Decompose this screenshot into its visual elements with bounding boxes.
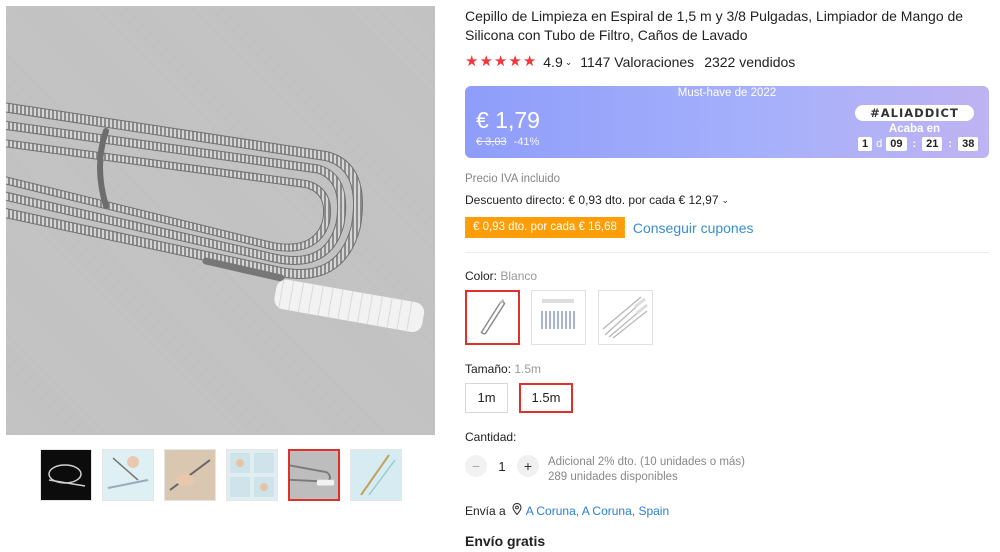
original-price-row: € 3,03 -41% [476, 136, 539, 148]
star-icon: ★ [508, 53, 522, 70]
direct-discount-text: Descuento directo: € 0,93 dto. por cada … [465, 193, 719, 207]
discount-percent: -41% [513, 136, 540, 148]
color-label-text: Color: [465, 269, 498, 283]
star-rating: ★ ★ ★ ★ ★ [465, 54, 536, 70]
countdown-days-unit: d [876, 138, 883, 150]
color-selected-value: Blanco [500, 269, 538, 283]
location-pin-icon [512, 502, 522, 518]
product-title: Cepillo de Limpieza en Espiral de 1,5 m … [465, 8, 964, 43]
countdown-seconds: 38 [958, 137, 979, 151]
thumbnail-1[interactable] [40, 449, 92, 501]
aliaddict-tag: #ALIADDICT [855, 105, 974, 121]
stock-available: 289 unidades disponibles [548, 471, 678, 483]
countdown-hours: 09 [886, 137, 907, 151]
color-swatch-1[interactable] [465, 290, 520, 345]
coupon-row: € 0,93 dto. por cada € 16,68 Conseguir c… [463, 217, 754, 238]
countdown-timer: 1 d 09 : 21 : 38 [858, 137, 979, 151]
direct-discount[interactable]: Descuento directo: € 0,93 dto. por cada … [465, 193, 737, 207]
color-swatch-3[interactable] [598, 290, 653, 345]
chevron-down-icon[interactable]: ⌄ [565, 57, 573, 68]
quantity-stepper: − 1 + [465, 455, 539, 477]
vat-note: Precio IVA incluido [465, 173, 561, 185]
coupon-badge: € 0,93 dto. por cada € 16,68 [463, 217, 625, 238]
divider [465, 252, 989, 253]
get-coupons-link[interactable]: Conseguir cupones [633, 220, 754, 236]
ends-label: Acaba en [888, 123, 941, 135]
star-icon: ★ [493, 53, 508, 70]
countdown-separator: : [948, 138, 953, 150]
quantity-increase-button[interactable]: + [517, 455, 539, 477]
size-option-1m[interactable]: 1m [465, 383, 508, 413]
quantity-info: Adicional 2% dto. (10 unidades o más) 28… [548, 455, 745, 485]
countdown-separator: : [912, 138, 917, 150]
size-selected-value: 1.5m [514, 362, 542, 376]
reviews-link[interactable]: 1147 Valoraciones [580, 54, 694, 70]
countdown-minutes: 21 [922, 137, 943, 151]
thumbnail-2[interactable] [102, 449, 154, 501]
star-icon: ★ [522, 53, 537, 70]
size-option-1-5m[interactable]: 1.5m [519, 383, 573, 413]
quantity-decrease-button[interactable]: − [465, 455, 487, 477]
banner-label: Must-have de 2022 [677, 87, 777, 99]
thumbnail-4[interactable] [226, 449, 278, 501]
quantity-label: Cantidad: [465, 430, 517, 444]
color-label: Color: Blanco [465, 269, 537, 283]
shipping-destination: Envía a A Coruna, A Coruna, Spain [465, 502, 669, 518]
star-icon: ★ [465, 53, 479, 70]
current-price: € 1,79 [476, 107, 540, 133]
main-product-image[interactable] [6, 6, 435, 435]
sold-count: 2322 vendidos [704, 54, 796, 70]
ship-to-location-link[interactable]: A Coruna, A Coruna, Spain [526, 504, 669, 518]
thumbnail-3[interactable] [164, 449, 216, 501]
thumbnail-5[interactable] [288, 449, 340, 501]
rating-row: ★ ★ ★ ★ ★ 4.9 ⌄ 1147 Valoraciones 2322 v… [465, 54, 796, 71]
rating-value[interactable]: 4.9 [543, 54, 562, 70]
size-label-text: Tamaño: [465, 362, 512, 376]
promo-price-banner: Must-have de 2022 € 1,79 € 3,03 -41% #AL… [465, 86, 989, 158]
bulk-discount-note: Adicional 2% dto. (10 unidades o más) [548, 456, 745, 468]
countdown-days: 1 [858, 137, 873, 151]
original-price: € 3,03 [476, 136, 507, 148]
ship-to-label: Envía a [465, 503, 506, 518]
size-label: Tamaño: 1.5m [465, 362, 541, 376]
free-shipping: Envío gratis [465, 533, 546, 549]
thumbnail-6[interactable] [350, 449, 402, 501]
brush-bristles [274, 278, 425, 333]
color-swatch-2[interactable] [531, 290, 586, 345]
quantity-value[interactable]: 1 [487, 459, 517, 474]
star-icon: ★ [479, 53, 493, 70]
spiral-brush-photo [6, 102, 425, 333]
chevron-down-icon[interactable]: ⌄ [722, 195, 730, 206]
